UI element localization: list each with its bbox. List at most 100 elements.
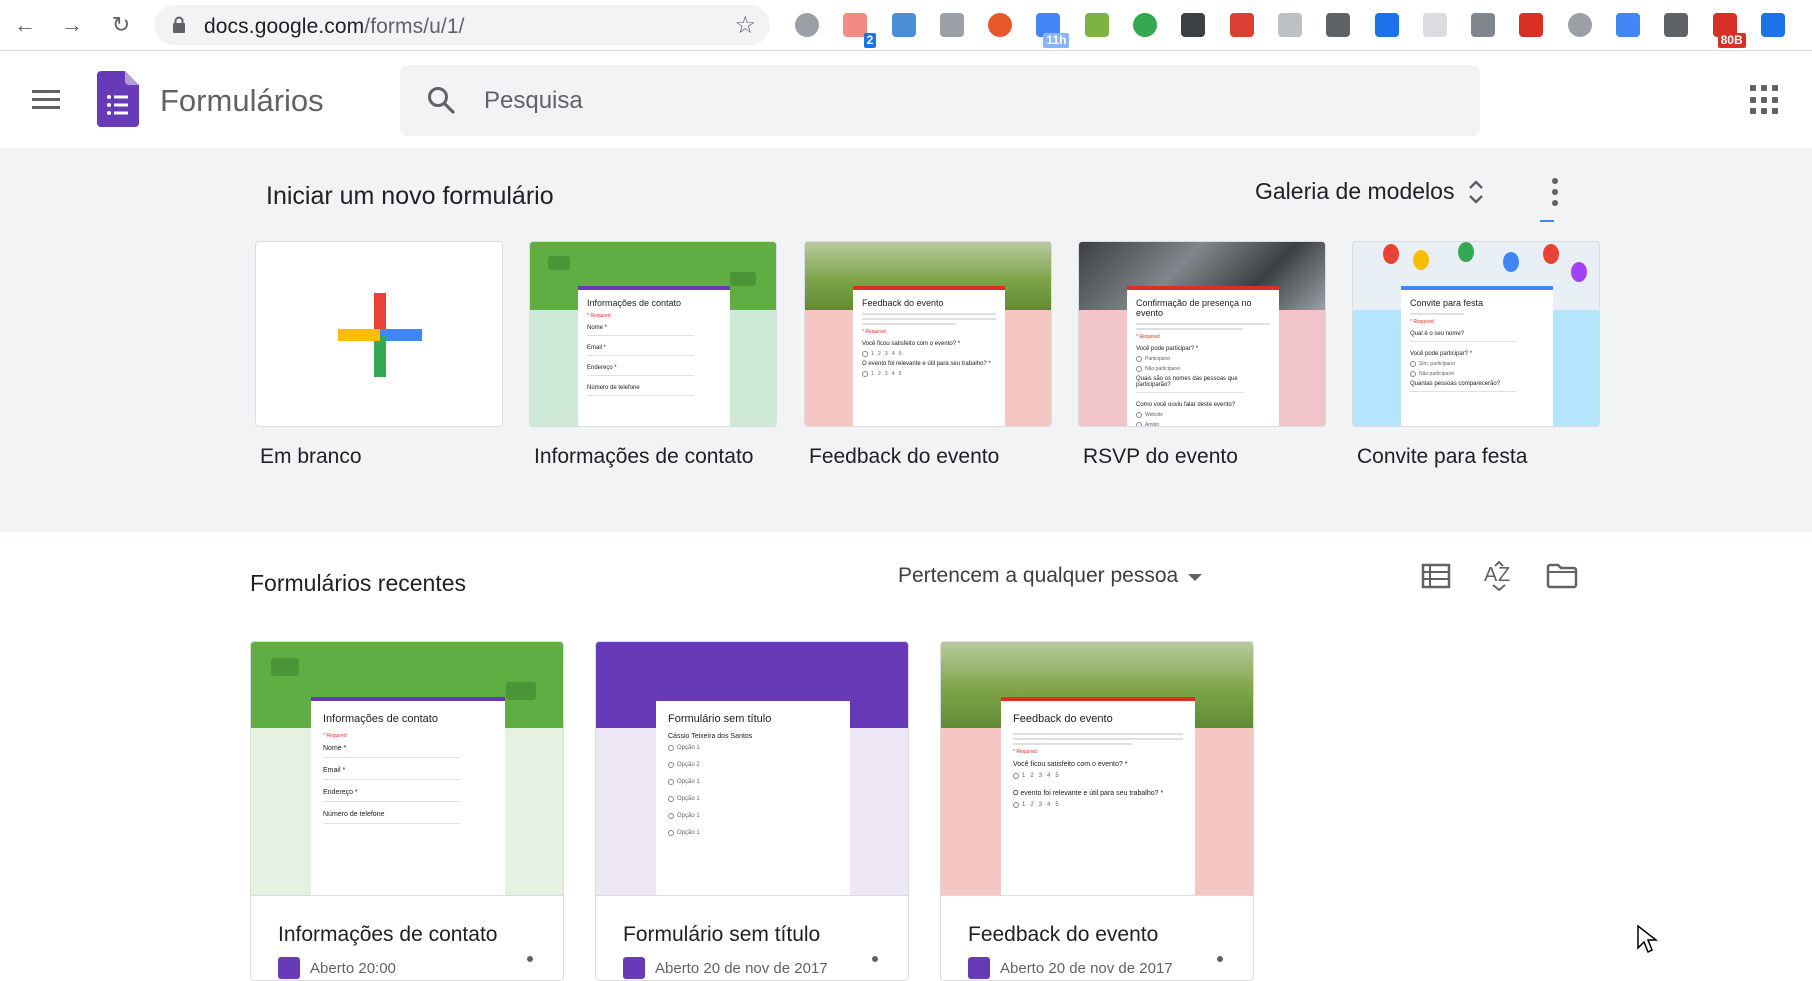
search-input[interactable] — [484, 81, 1384, 121]
template-label: RSVP do evento — [1083, 445, 1238, 468]
forms-file-icon — [278, 957, 300, 979]
form-preview: Formulário sem título Cássio Teixeira do… — [656, 697, 850, 895]
bookmark-star-icon[interactable]: ☆ — [734, 11, 756, 40]
pocket-icon[interactable] — [1321, 8, 1355, 42]
template-blank[interactable]: Em branco — [255, 241, 503, 469]
template-thumbnail[interactable]: Informações de contato * Required Nome *… — [529, 241, 777, 427]
mail-counter-icon[interactable]: 80B — [1708, 8, 1746, 48]
extensions-bar: 2 11h 80B — [790, 8, 1804, 48]
extension-badge: 11h — [1043, 33, 1070, 48]
extension-badge: 2 — [863, 33, 877, 48]
briefcase-icon[interactable] — [1273, 8, 1307, 42]
app-header: Formulários — [0, 51, 1812, 148]
form-meta: Aberto 20 de nov de 2017 — [968, 957, 1173, 979]
form-preview-title: Informações de contato — [323, 713, 438, 725]
search-icon[interactable] — [426, 85, 456, 115]
money-icon[interactable] — [1080, 8, 1114, 42]
template-thumbnail[interactable]: Feedback do evento * Required Você ficou… — [804, 241, 1052, 427]
recent-form-card[interactable]: Feedback do evento * Required Você ficou… — [940, 641, 1254, 981]
template-thumbnail[interactable] — [255, 241, 503, 427]
form-preview-title: Feedback do evento — [1013, 713, 1113, 725]
gallery-label: Galeria de modelos — [1255, 178, 1455, 204]
forms-file-icon — [623, 957, 645, 979]
recent-forms-title: Formulários recentes — [250, 570, 467, 596]
form-thumbnail[interactable]: Feedback do evento * Required Você ficou… — [941, 642, 1253, 896]
dropdown-arrow-icon — [1188, 573, 1203, 581]
reload-icon[interactable]: ↻ — [104, 8, 138, 42]
magnifier-icon[interactable] — [1611, 8, 1645, 42]
template-contact-info[interactable]: Informações de contato * Required Nome *… — [529, 241, 777, 469]
e9-icon[interactable] — [1563, 8, 1597, 42]
template-gallery-section: Iniciar um novo formulário Galeria de mo… — [0, 148, 1812, 532]
form-preview: Feedback do evento * Required Você ficou… — [853, 286, 1005, 426]
forms-file-icon — [968, 957, 990, 979]
app-title[interactable]: Formulários — [160, 83, 324, 119]
forms-logo-icon[interactable] — [97, 71, 139, 127]
template-gallery-toggle[interactable]: Galeria de modelos — [1255, 178, 1484, 205]
bulb-dark-icon[interactable] — [1176, 8, 1210, 42]
eyedropper-icon[interactable] — [1370, 8, 1404, 42]
form-meta: Aberto 20:00 — [278, 957, 396, 979]
card-more-icon[interactable] — [1217, 956, 1223, 962]
link-icon[interactable] — [1659, 8, 1693, 42]
list-view-icon[interactable] — [1418, 558, 1454, 594]
lock-icon — [173, 16, 185, 33]
more-options-icon[interactable] — [1540, 178, 1570, 222]
search-bar[interactable] — [400, 65, 1480, 136]
compass-icon[interactable] — [1128, 8, 1162, 42]
template-label: Feedback do evento — [809, 445, 1000, 468]
card-more-icon[interactable] — [872, 956, 878, 962]
recent-form-card[interactable]: Formulário sem título Cássio Teixeira do… — [595, 641, 909, 981]
b-logo-icon[interactable] — [983, 8, 1017, 42]
form-preview-title: Convite para festa — [1410, 298, 1484, 308]
section-title: Iniciar um novo formulário — [266, 182, 554, 210]
form-preview: Feedback do evento * Required Você ficou… — [1001, 697, 1195, 895]
inbox-icon[interactable] — [1418, 8, 1452, 42]
plus-icon — [338, 293, 422, 377]
address-bar[interactable]: docs.google.com/forms/u/1/ ☆ — [154, 5, 770, 45]
form-preview: Informações de contato * Required Nome *… — [578, 286, 730, 426]
todoist-icon[interactable] — [1225, 8, 1259, 42]
workflow-icon[interactable]: 2 — [838, 8, 877, 48]
template-event-rsvp[interactable]: Confirmação de presença no evento * Requ… — [1078, 241, 1326, 469]
svg-text:A: A — [1484, 564, 1498, 586]
template-thumbnail[interactable]: Convite para festa * Required Qual é o s… — [1352, 241, 1600, 427]
plus-cross-icon[interactable] — [1514, 8, 1548, 42]
form-preview-title: Formulário sem título — [668, 713, 772, 725]
url-path: /forms/u/1/ — [364, 15, 465, 38]
template-event-feedback[interactable]: Feedback do evento * Required Você ficou… — [804, 241, 1052, 469]
template-label: Convite para festa — [1357, 445, 1528, 468]
form-name: Formulário sem título — [623, 923, 821, 946]
cast-icon[interactable] — [1756, 8, 1790, 42]
owner-filter-dropdown[interactable]: Pertencem a qualquer pessoa — [898, 564, 1203, 588]
form-thumbnail[interactable]: Informações de contato * Required Nome *… — [251, 642, 563, 896]
code-icon[interactable] — [935, 8, 969, 42]
form-name: Informações de contato — [278, 923, 498, 946]
folder-icon[interactable] — [1544, 558, 1580, 594]
form-preview: Informações de contato * Required Nome *… — [311, 697, 505, 895]
template-thumbnail[interactable]: Confirmação de presença no evento * Requ… — [1078, 241, 1326, 427]
google-apps-icon[interactable] — [1750, 85, 1780, 115]
forward-arrow-icon[interactable]: → — [55, 8, 89, 42]
main-menu-icon[interactable] — [26, 79, 66, 119]
last-opened: Aberto 20 de nov de 2017 — [1000, 959, 1173, 977]
template-label: Em branco — [260, 445, 362, 468]
form-preview: Confirmação de presença no evento * Requ… — [1127, 286, 1279, 426]
sort-az-icon[interactable]: A Z — [1481, 558, 1517, 594]
template-label: Informações de contato — [534, 445, 754, 468]
code-book-icon[interactable] — [887, 8, 921, 42]
lightbulb-icon[interactable] — [790, 8, 824, 42]
form-preview: Convite para festa * Required Qual é o s… — [1401, 286, 1553, 426]
unfold-icon — [1469, 179, 1484, 204]
svg-text:Z: Z — [1498, 564, 1510, 586]
form-preview-title: Confirmação de presença no evento — [1136, 298, 1252, 318]
template-party-invite[interactable]: Convite para festa * Required Qual é o s… — [1352, 241, 1600, 469]
recent-form-card[interactable]: Informações de contato * Required Nome *… — [250, 641, 564, 981]
back-arrow-icon[interactable]: ← — [8, 8, 42, 42]
form-thumbnail[interactable]: Formulário sem título Cássio Teixeira do… — [596, 642, 908, 896]
spy-icon[interactable] — [1466, 8, 1500, 42]
card-more-icon[interactable] — [527, 956, 533, 962]
owner-filter-label: Pertencem a qualquer pessoa — [898, 564, 1179, 587]
form-meta: Aberto 20 de nov de 2017 — [623, 957, 828, 979]
calendar-icon[interactable]: 11h — [1031, 8, 1070, 48]
